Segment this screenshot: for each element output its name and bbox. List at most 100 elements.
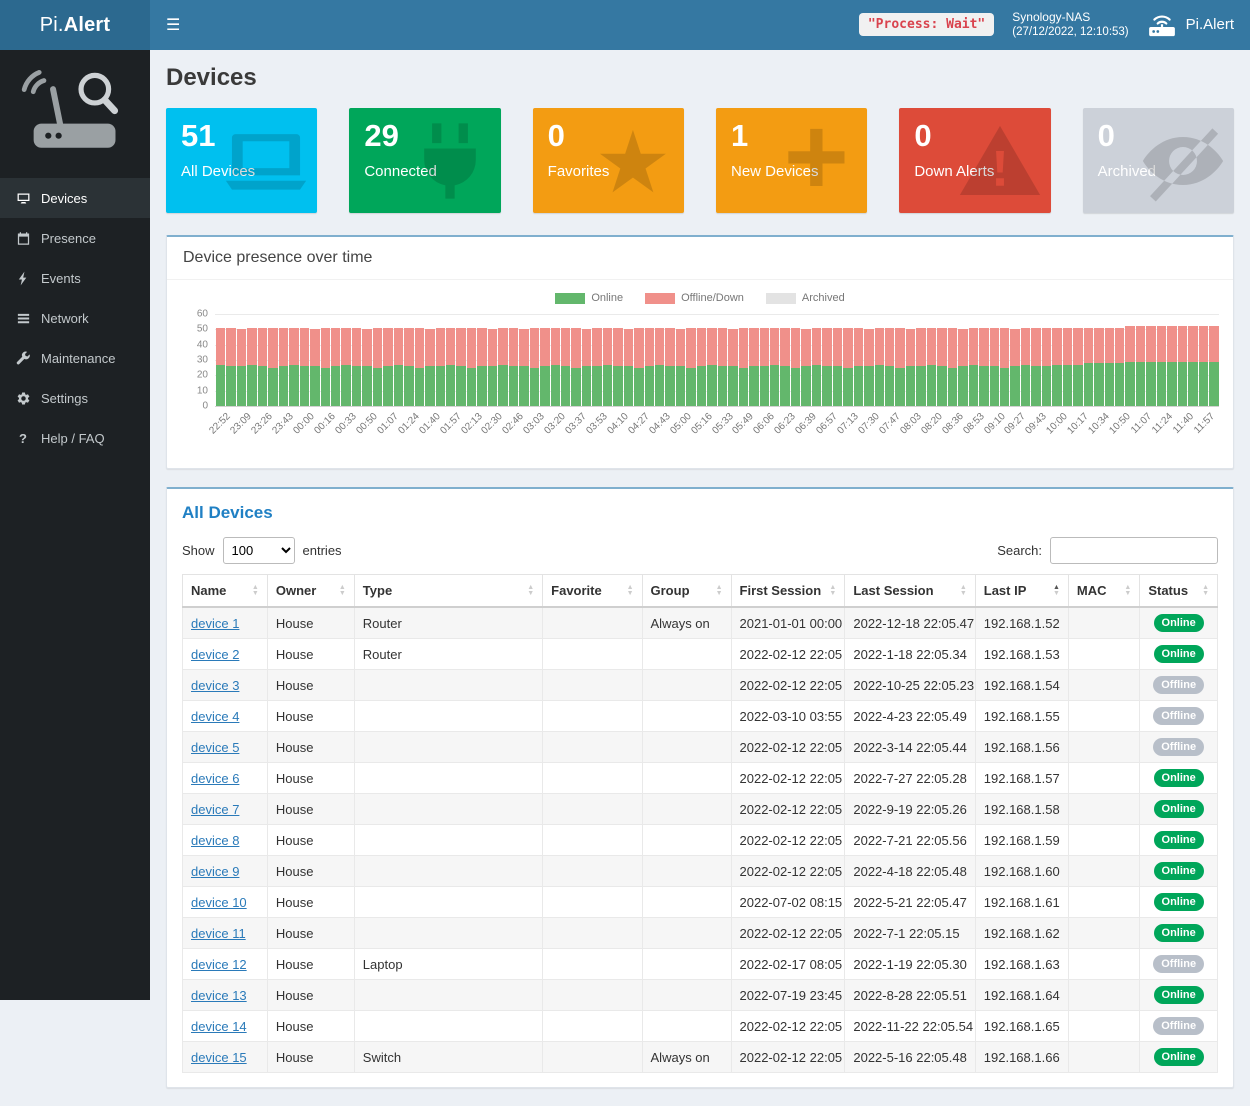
search-group: Search: [997,537,1218,564]
stat-card-favorites[interactable]: 0Favorites★ [533,108,684,213]
device-link[interactable]: device 12 [191,957,247,972]
cell-mac [1068,1011,1139,1042]
column-header-status[interactable]: Status▲▼ [1140,575,1218,608]
cell-favorite [543,887,642,918]
sidebar-item-label: Help / FAQ [41,431,105,446]
column-header-first-session[interactable]: First Session▲▼ [731,575,845,608]
device-link[interactable]: device 7 [191,802,239,817]
sidebar-item-devices[interactable]: Devices [0,178,150,218]
device-link[interactable]: device 8 [191,833,239,848]
cell-last-ip: 192.168.1.57 [975,763,1068,794]
device-link[interactable]: device 9 [191,864,239,879]
sidebar-item-help-faq[interactable]: ?Help / FAQ [0,418,150,458]
cell-first-session: 2022-02-12 22:05 [731,639,845,670]
stat-card-new-devices[interactable]: 1New Devices+ [716,108,867,213]
legend-item-archived[interactable]: Archived [766,292,845,304]
cell-type [354,701,542,732]
hamburger-icon[interactable]: ☰ [150,0,196,50]
column-header-favorite[interactable]: Favorite▲▼ [543,575,642,608]
main-content: Devices 51All Devices29Connected0Favorit… [150,50,1250,1106]
cell-group [642,701,731,732]
cell-owner: House [267,980,354,1011]
stat-card-connected[interactable]: 29Connected [349,108,500,213]
device-link[interactable]: device 6 [191,771,239,786]
device-link[interactable]: device 3 [191,678,239,693]
device-link[interactable]: device 5 [191,740,239,755]
column-header-owner[interactable]: Owner▲▼ [267,575,354,608]
cell-mac [1068,918,1139,949]
cell-name: device 8 [183,825,268,856]
column-header-last-session[interactable]: Last Session▲▼ [845,575,975,608]
cell-group [642,732,731,763]
column-header-mac[interactable]: MAC▲▼ [1068,575,1139,608]
page-size-select[interactable]: 100 [223,537,295,564]
chart-bar [446,314,455,406]
legend-label: Archived [802,292,845,304]
sidebar-item-events[interactable]: Events [0,258,150,298]
device-link[interactable]: device 2 [191,647,239,662]
sort-icon: ▲▼ [252,585,259,597]
cell-owner: House [267,732,354,763]
table-row: device 7House2022-02-12 22:052022-9-19 2… [183,794,1218,825]
chart-bar [519,314,528,406]
column-header-name[interactable]: Name▲▼ [183,575,268,608]
sidebar-item-network[interactable]: Network [0,298,150,338]
legend-item-offline-down[interactable]: Offline/Down [645,292,744,304]
column-header-type[interactable]: Type▲▼ [354,575,542,608]
chart-bar [624,314,633,406]
chart-bar [1063,314,1072,406]
sidebar: Devices Presence EventsNetworkMaintenanceS… [0,50,150,1000]
star-icon: ★ [590,118,676,204]
cell-type [354,918,542,949]
x-tick-label: 11:57 [1198,408,1219,456]
show-entries-group: Show 100 entries [182,537,342,564]
sidebar-item-maintenance[interactable]: Maintenance [0,338,150,378]
stats-row: 51All Devices 29Connected 0Favorites★ 1New … [166,108,1234,213]
chart-bar [780,314,789,406]
cell-favorite [543,639,642,670]
device-link[interactable]: device 14 [191,1019,247,1034]
chart-bars [216,314,1218,406]
cell-owner: House [267,607,354,639]
column-header-group[interactable]: Group▲▼ [642,575,731,608]
stat-card-archived[interactable]: 0Archived [1083,108,1234,213]
device-link[interactable]: device 15 [191,1050,247,1065]
device-link[interactable]: device 10 [191,895,247,910]
brand-prefix: Pi. [40,14,64,37]
column-header-last-ip[interactable]: Last IP▲▼ [975,575,1068,608]
cell-owner: House [267,949,354,980]
search-input[interactable] [1050,537,1218,564]
status-badge: Online [1154,645,1204,663]
chart-bar [477,314,486,406]
y-tick-label: 10 [197,385,208,396]
device-link[interactable]: device 1 [191,616,239,631]
cell-last-ip: 192.168.1.59 [975,825,1068,856]
chart-bar [770,314,779,406]
sidebar-item-label: Presence [41,231,96,246]
status-badge: Online [1154,800,1204,818]
cell-name: device 10 [183,887,268,918]
device-link[interactable]: device 11 [191,926,246,941]
cell-last-ip: 192.168.1.61 [975,887,1068,918]
stat-card-down-alerts[interactable]: 0Down Alerts [899,108,1050,213]
chart-bar [854,314,863,406]
search-label: Search: [997,543,1042,558]
stat-card-all-devices[interactable]: 51All Devices [166,108,317,213]
legend-item-online[interactable]: Online [555,292,623,304]
cell-owner: House [267,1042,354,1073]
sidebar-item-presence[interactable]: Presence [0,218,150,258]
devices-panel: All Devices Show 100 entries Search: Nam… [166,487,1234,1088]
chart-bar [247,314,256,406]
chart-bar [906,314,915,406]
table-row: device 3House2022-02-12 22:052022-10-25 … [183,670,1218,701]
device-link[interactable]: device 4 [191,709,239,724]
device-link[interactable]: device 13 [191,988,247,1003]
sidebar-menu: Devices Presence EventsNetworkMaintenanceS… [0,178,150,458]
sidebar-item-settings[interactable]: Settings [0,378,150,418]
app-logo[interactable]: Pi.Alert [0,0,150,50]
cell-last-ip: 192.168.1.55 [975,701,1068,732]
chart-plot [215,314,1219,406]
nav-brand[interactable]: Pi.Alert [1147,11,1234,38]
cell-first-session: 2022-02-12 22:05 [731,794,845,825]
status-badge: Online [1154,862,1204,880]
